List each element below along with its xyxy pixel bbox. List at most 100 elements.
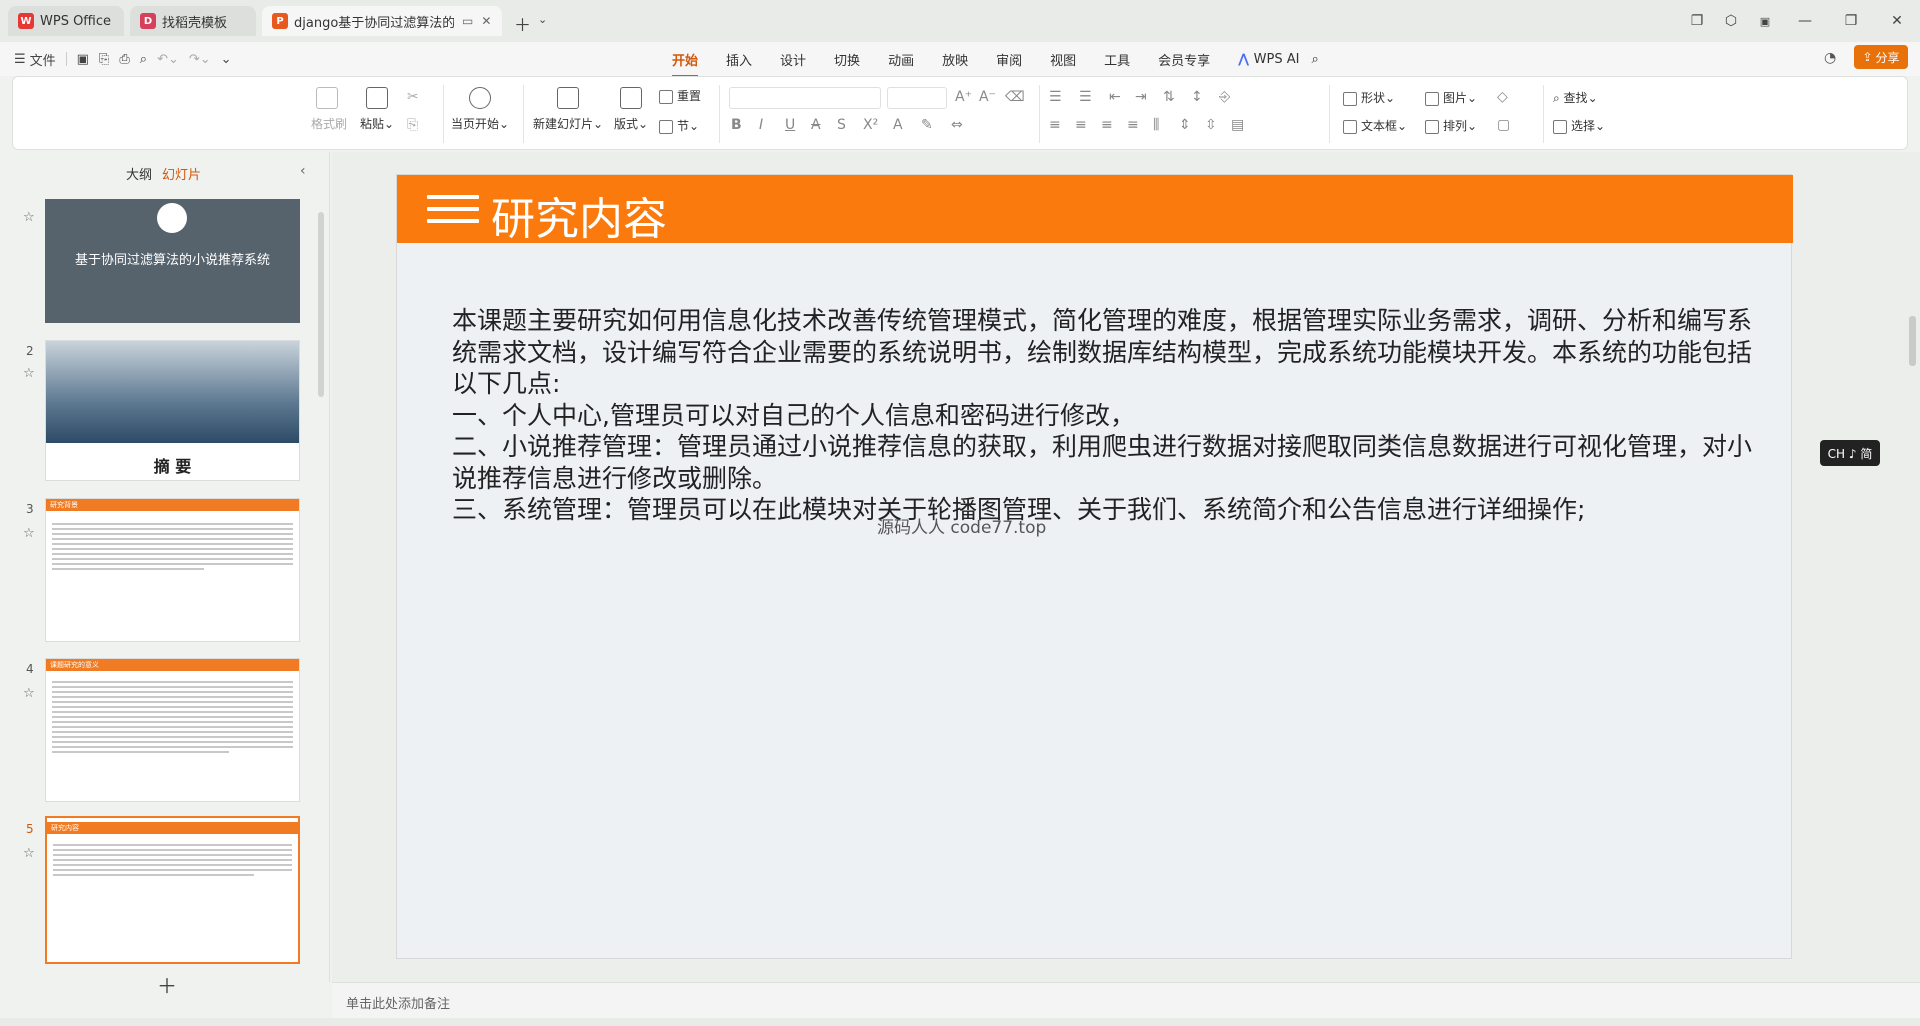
font-color-icon[interactable]: A — [893, 117, 903, 133]
tab-outline[interactable]: 大纲 — [126, 164, 152, 183]
more-chevron-icon[interactable]: ⌄ — [221, 52, 232, 67]
convert-smartart-icon[interactable]: ⎆ — [1219, 89, 1230, 105]
bullet-list-icon[interactable]: ☰ — [1049, 89, 1062, 105]
file-menu[interactable]: 文件 — [30, 50, 56, 69]
cut-icon[interactable]: ✂ — [407, 89, 419, 105]
numbered-list-icon[interactable]: ☰ — [1079, 89, 1092, 105]
tab-review[interactable]: 审阅 — [996, 50, 1022, 69]
reset-button[interactable]: 重置 — [659, 87, 701, 104]
tab-view[interactable]: 视图 — [1050, 50, 1076, 69]
copy-icon[interactable]: ⎘ — [407, 117, 418, 133]
restore-icon[interactable]: ❐ — [1828, 13, 1874, 29]
tab-member[interactable]: 会员专享 — [1158, 50, 1210, 69]
underline-icon[interactable]: U — [785, 117, 795, 133]
find-button[interactable]: ⌕ 查找⌄ — [1553, 89, 1598, 106]
tab-list-chevron-icon[interactable]: ⌄ — [538, 13, 547, 26]
line-spacing-icon[interactable]: ↕ — [1191, 89, 1203, 105]
char-spacing-icon[interactable]: ⇔ — [951, 117, 963, 133]
slide-body-textbox[interactable]: 本课题主要研究如何用信息化技术改善传统管理模式，简化管理的难度，根据管理实际业务… — [452, 305, 1752, 526]
minimize-icon[interactable]: — — [1782, 13, 1828, 29]
justify-icon[interactable]: ≡ — [1127, 117, 1139, 133]
star-icon[interactable]: ☆ — [23, 366, 35, 381]
italic-icon[interactable]: I — [759, 117, 763, 133]
align-right-icon[interactable]: ≡ — [1101, 117, 1113, 133]
tab-slideshow[interactable]: 放映 — [942, 50, 968, 69]
clear-format-icon[interactable]: ⌫ — [1005, 89, 1025, 105]
panel-scrollbar[interactable] — [318, 212, 324, 397]
superscript-icon[interactable]: X² — [863, 117, 878, 133]
star-icon[interactable]: ☆ — [23, 526, 35, 541]
add-slide-button[interactable]: ＋ — [157, 970, 177, 999]
star-icon[interactable]: ☆ — [23, 210, 35, 225]
collapse-panel-icon[interactable]: ‹ — [300, 163, 306, 179]
text-box-align-icon[interactable]: ▤ — [1231, 117, 1244, 133]
tab-wps-ai[interactable]: ⋀ WPS AI — [1238, 52, 1299, 67]
tab-transition[interactable]: 切换 — [834, 50, 860, 69]
export-pdf-icon[interactable]: ⎘ — [99, 52, 109, 67]
slide-thumbnail-2[interactable]: 摘 要 — [45, 340, 300, 481]
tab-home[interactable]: 开始 — [672, 50, 699, 77]
decrease-font-icon[interactable]: A⁻ — [979, 89, 996, 105]
new-tab-button[interactable]: ＋ — [514, 11, 531, 36]
align-center-icon[interactable]: ≡ — [1075, 117, 1087, 133]
align-left-icon[interactable]: ≡ — [1049, 117, 1061, 133]
bold-icon[interactable]: B — [731, 117, 742, 133]
textbox-button[interactable]: 文本框⌄ — [1343, 117, 1407, 134]
search-icon[interactable]: ⌕ — [1311, 52, 1318, 67]
font-size-select[interactable] — [887, 87, 947, 109]
text-direction-icon[interactable]: ⇅ — [1163, 89, 1175, 105]
close-tab-icon[interactable]: ✕ — [481, 14, 491, 28]
tab-tools[interactable]: 工具 — [1104, 50, 1130, 69]
close-window-icon[interactable]: ✕ — [1874, 13, 1920, 29]
strikethrough-icon[interactable]: A — [811, 117, 821, 133]
highlight-icon[interactable]: ✎ — [921, 117, 933, 133]
ime-indicator[interactable]: CH ♪ 简 — [1820, 440, 1880, 466]
para-spacing-icon[interactable]: ⇳ — [1205, 117, 1217, 133]
new-slide-button[interactable]: 新建幻灯片⌄ — [529, 87, 607, 132]
increase-indent-icon[interactable]: ⇥ — [1135, 89, 1147, 105]
slide-thumbnail-3[interactable]: 研究背景 — [45, 498, 300, 642]
paste-button[interactable]: 粘贴⌄ — [357, 87, 397, 132]
tab-slides[interactable]: 幻灯片 — [162, 164, 201, 183]
canvas-scrollbar[interactable] — [1909, 316, 1916, 366]
shadow-icon[interactable]: S — [837, 117, 846, 133]
shape-button[interactable]: 形状⌄ — [1343, 89, 1395, 106]
select-button[interactable]: 选择⌄ — [1553, 117, 1605, 134]
format-painter-button[interactable]: 格式刷 — [311, 87, 347, 132]
tab-animation[interactable]: 动画 — [888, 50, 914, 69]
slide-thumbnail-4[interactable]: 课题研究的意义 — [45, 658, 300, 802]
arrange-button[interactable]: 排列⌄ — [1425, 117, 1477, 134]
picture-button[interactable]: 图片⌄ — [1425, 89, 1477, 106]
share-button[interactable]: ⇪ 分享 — [1854, 45, 1908, 69]
undo-icon[interactable]: ↶⌄ — [157, 52, 179, 67]
print-icon[interactable]: ⎙ — [119, 52, 129, 67]
current-slide[interactable]: 研究内容 本课题主要研究如何用信息化技术改善传统管理模式，简化管理的难度，根据管… — [396, 174, 1793, 959]
slide-thumbnail-1[interactable]: 基于协同过滤算法的小说推荐系统 — [45, 199, 300, 323]
print-preview-icon[interactable]: ⌕ — [140, 52, 147, 67]
slide-thumbnail-5[interactable]: 研究内容 — [45, 816, 300, 964]
font-family-select[interactable] — [729, 87, 881, 109]
tab-presentation[interactable]: P django基于协同过滤算法的小 ▭ ✕ — [262, 6, 502, 36]
increase-font-icon[interactable]: A⁺ — [955, 89, 972, 105]
avatar[interactable]: ▣ — [1748, 15, 1782, 28]
star-icon[interactable]: ☆ — [23, 686, 35, 701]
outline-icon[interactable]: ▢ — [1497, 117, 1510, 133]
tab-insert[interactable]: 插入 — [726, 50, 752, 69]
tab-switch-icon[interactable]: ❐ — [1680, 13, 1714, 29]
star-icon[interactable]: ☆ — [23, 846, 35, 861]
save-icon[interactable]: ▣ — [77, 52, 89, 67]
tab-wps-office[interactable]: W WPS Office — [8, 6, 124, 36]
hamburger-menu-icon[interactable]: ☰ — [14, 52, 26, 67]
chat-icon[interactable]: ◔ — [1824, 50, 1836, 66]
tab-design[interactable]: 设计 — [780, 50, 806, 69]
slide-title[interactable]: 研究内容 — [491, 183, 667, 247]
decrease-indent-icon[interactable]: ⇤ — [1109, 89, 1121, 105]
columns-icon[interactable]: ⫼ — [1153, 117, 1159, 133]
layout-button[interactable]: 版式⌄ — [611, 87, 651, 132]
redo-icon[interactable]: ↷⌄ — [189, 52, 211, 67]
fill-icon[interactable]: ◇ — [1497, 89, 1508, 105]
notes-pane[interactable]: 单击此处添加备注 — [332, 982, 1920, 1018]
section-button[interactable]: 节⌄ — [659, 117, 699, 134]
vertical-align-icon[interactable]: ⇕ — [1179, 117, 1191, 133]
tab-docer-templates[interactable]: D 找稻壳模板 — [130, 6, 256, 36]
